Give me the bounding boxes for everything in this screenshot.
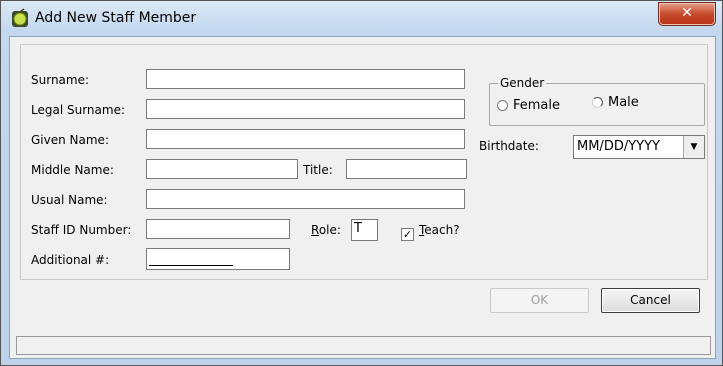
- birthdate-combo[interactable]: MM/DD/YYYY ▼: [573, 135, 705, 159]
- dialog-body: Surname: Legal Surname: Given Name: Midd…: [9, 36, 716, 359]
- additional-underline: [149, 265, 233, 266]
- dialog-window: Add New Staff Member ✕ Surname: Legal Su…: [0, 0, 723, 366]
- title-bar: Add New Staff Member ✕: [1, 1, 722, 35]
- surname-field[interactable]: [146, 69, 465, 89]
- additional-field[interactable]: [146, 248, 290, 270]
- cancel-button[interactable]: Cancel: [601, 288, 700, 313]
- male-radio[interactable]: [592, 97, 603, 108]
- surname-label: Surname:: [31, 73, 90, 87]
- male-label: Male: [608, 95, 639, 110]
- birthdate-label: Birthdate:: [479, 139, 539, 153]
- additional-label: Additional #:: [31, 253, 110, 267]
- female-radio[interactable]: [497, 100, 508, 111]
- role-field[interactable]: T: [351, 219, 378, 241]
- chevron-down-icon[interactable]: ▼: [683, 136, 704, 158]
- given-name-label: Given Name:: [31, 133, 109, 147]
- ok-button[interactable]: OK: [490, 288, 589, 313]
- status-bar: [16, 336, 711, 355]
- middle-name-label: Middle Name:: [31, 163, 114, 177]
- female-label: Female: [513, 98, 561, 113]
- close-icon: ✕: [681, 5, 693, 21]
- close-button[interactable]: ✕: [658, 2, 716, 26]
- given-name-field[interactable]: [146, 129, 465, 149]
- role-label: Role:: [311, 223, 341, 237]
- staff-form-group: Surname: Legal Surname: Given Name: Midd…: [20, 44, 708, 280]
- window-title: Add New Staff Member: [35, 10, 197, 26]
- staff-id-label: Staff ID Number:: [31, 223, 132, 237]
- gender-legend: Gender: [498, 76, 547, 90]
- title-label: Title:: [303, 163, 333, 177]
- legal-surname-field[interactable]: [146, 99, 465, 119]
- teach-label: Teach?: [419, 223, 460, 237]
- birthdate-value: MM/DD/YYYY: [577, 139, 660, 154]
- title-field[interactable]: [346, 159, 467, 179]
- teach-checkbox[interactable]: ✓: [401, 228, 414, 241]
- app-icon: [12, 8, 28, 27]
- usual-name-field[interactable]: [146, 189, 465, 209]
- usual-name-label: Usual Name:: [31, 193, 108, 207]
- middle-name-field[interactable]: [146, 159, 298, 179]
- staff-id-field[interactable]: [146, 219, 290, 239]
- legal-surname-label: Legal Surname:: [31, 103, 125, 117]
